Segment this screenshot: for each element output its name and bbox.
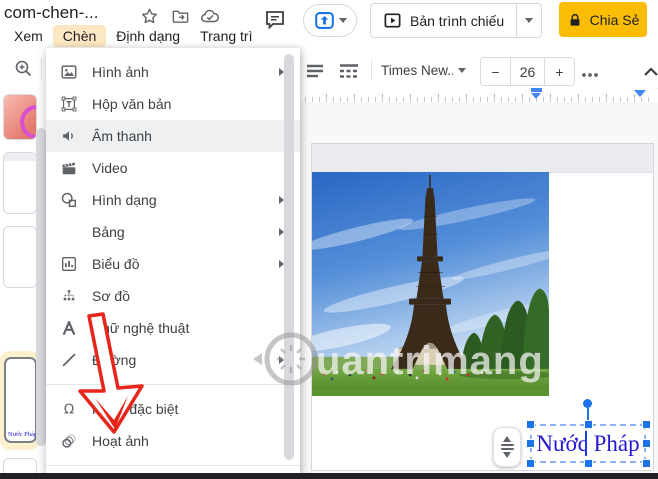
rotation-handle[interactable] xyxy=(583,399,592,408)
insert-menu-item-8[interactable]: Chữ nghệ thuật xyxy=(46,312,300,344)
menubar-item-chen[interactable]: Chèn xyxy=(52,25,107,47)
insert-menu-item-6[interactable]: Biểu đồ xyxy=(46,248,300,280)
menu-scrollbar[interactable] xyxy=(284,54,294,460)
insert-menu-item-1[interactable]: Hộp văn bản xyxy=(46,88,300,120)
menu-divider xyxy=(46,465,300,466)
insert-menu-item-11[interactable]: Ω Ký tự đặc biệt xyxy=(46,393,300,425)
font-size-value[interactable]: 26 xyxy=(510,58,545,85)
present-icon xyxy=(314,10,335,31)
slideshow-dropdown[interactable] xyxy=(516,4,541,37)
slideshow-icon xyxy=(383,11,402,30)
chevron-down-icon xyxy=(338,18,347,23)
insert-menu-item-4[interactable]: Hình dạng xyxy=(46,184,300,216)
menubar-item-trang-tri[interactable]: Trang trì xyxy=(190,25,262,47)
thumbnail-logo-ring xyxy=(20,105,36,139)
insert-menu-dropdown: Hình ảnh Hộp văn bản Âm thanh Video Hình dạn… xyxy=(46,48,300,474)
svg-text:Ω: Ω xyxy=(64,402,74,418)
rotation-handle-line xyxy=(586,408,589,421)
insert-menu-item-3[interactable]: Video xyxy=(46,152,300,184)
font-size-increase-button[interactable]: + xyxy=(545,58,574,85)
diagram-icon xyxy=(60,287,78,305)
slide-thumbnail-4-selected[interactable]: Nước Pháp xyxy=(4,357,37,443)
font-family-select[interactable]: Times New... xyxy=(381,63,453,78)
left-indent-marker[interactable] xyxy=(531,93,541,99)
thumbnail-content xyxy=(4,153,36,161)
line-spacing-icon[interactable] xyxy=(337,61,361,81)
font-size-decrease-button[interactable]: − xyxy=(481,58,510,85)
resize-handle-se[interactable] xyxy=(642,459,650,467)
resize-handle-nw[interactable] xyxy=(526,420,534,428)
insert-menu-item-5[interactable]: Bảng xyxy=(46,216,300,248)
widget-line xyxy=(500,444,514,446)
filmstrip-scrollbar[interactable] xyxy=(36,128,46,446)
resize-handle-sw[interactable] xyxy=(526,459,534,467)
image-icon xyxy=(60,63,78,81)
insert-menu-item-7[interactable]: Sơ đồ xyxy=(46,280,300,312)
insert-menu-item-9[interactable]: Đường xyxy=(46,344,300,376)
chevron-down-icon[interactable] xyxy=(458,68,466,73)
slideshow-button[interactable]: Bản trình chiếu xyxy=(370,3,543,38)
arrow-down-icon xyxy=(503,452,511,458)
zoom-icon[interactable] xyxy=(13,58,33,78)
widget-line xyxy=(500,448,514,450)
slideshow-button-label: Bản trình chiếu xyxy=(410,12,505,29)
text-cursor xyxy=(585,431,587,456)
video-icon xyxy=(60,159,78,177)
animation-icon xyxy=(60,432,78,450)
resize-handle-e[interactable] xyxy=(642,440,650,447)
cloud-saved-icon[interactable] xyxy=(200,6,220,26)
no-icon xyxy=(60,223,78,241)
google-slides-window: com-chen-... Xem Chèn Định dạng Trang tr… xyxy=(0,0,658,479)
font-size-control: − 26 + xyxy=(480,57,575,86)
resize-handle-n[interactable] xyxy=(584,420,592,428)
eiffel-tower-photo[interactable] xyxy=(289,172,569,396)
omega-icon: Ω xyxy=(60,400,78,418)
shapes-icon xyxy=(60,191,78,209)
toolbar-divider xyxy=(41,58,42,80)
menubar-item-xem[interactable]: Xem xyxy=(4,25,53,47)
share-button-label: Chia Sẻ xyxy=(589,11,640,28)
collapse-menus-icon[interactable] xyxy=(641,61,658,81)
textbox-drag-widget[interactable] xyxy=(493,427,521,467)
slide-thumbnail-2[interactable] xyxy=(3,152,37,214)
arrow-up-icon xyxy=(503,436,511,442)
menubar-item-dinh-dang[interactable]: Định dạng xyxy=(106,25,190,47)
resize-handle-ne[interactable] xyxy=(642,420,650,428)
chart-icon xyxy=(60,255,78,273)
comment-icon[interactable] xyxy=(262,7,287,32)
star-icon[interactable] xyxy=(139,6,159,26)
lock-icon xyxy=(567,12,583,28)
slide-thumbnail-3[interactable] xyxy=(3,226,37,288)
document-title[interactable]: com-chen-... xyxy=(4,3,98,23)
chevron-down-icon xyxy=(525,18,534,23)
resize-handle-w[interactable] xyxy=(526,440,534,447)
slide-textbox[interactable]: Nước Pháp xyxy=(530,424,646,463)
right-indent-marker[interactable] xyxy=(634,90,646,97)
insert-menu-item-2[interactable]: Âm thanh xyxy=(46,120,300,152)
audio-icon xyxy=(60,127,78,145)
line-icon xyxy=(60,351,78,369)
menu-divider xyxy=(46,384,300,385)
insert-menu-item-0[interactable]: Hình ảnh xyxy=(46,56,300,88)
wordart-icon xyxy=(60,319,78,337)
toolbar-divider xyxy=(371,59,372,80)
slide-canvas[interactable]: Nước Pháp xyxy=(289,143,654,471)
insert-menu-item-12[interactable]: Hoạt ảnh xyxy=(46,425,300,457)
align-icon[interactable] xyxy=(305,61,325,81)
menubar: Xem Chèn Định dạng Trang trì xyxy=(4,25,262,47)
present-split-button[interactable] xyxy=(303,4,357,37)
resize-handle-s[interactable] xyxy=(584,459,592,467)
slide-thumbnail-1[interactable] xyxy=(3,94,37,140)
more-options-icon[interactable] xyxy=(580,65,600,85)
thumbnail-caption: Nước Pháp xyxy=(8,431,38,438)
textbox-icon xyxy=(60,95,78,113)
move-to-folder-icon[interactable] xyxy=(170,6,190,26)
window-bottom-edge xyxy=(0,473,658,479)
share-button[interactable]: Chia Sẻ xyxy=(559,2,647,37)
slide-top-strip xyxy=(312,144,653,173)
